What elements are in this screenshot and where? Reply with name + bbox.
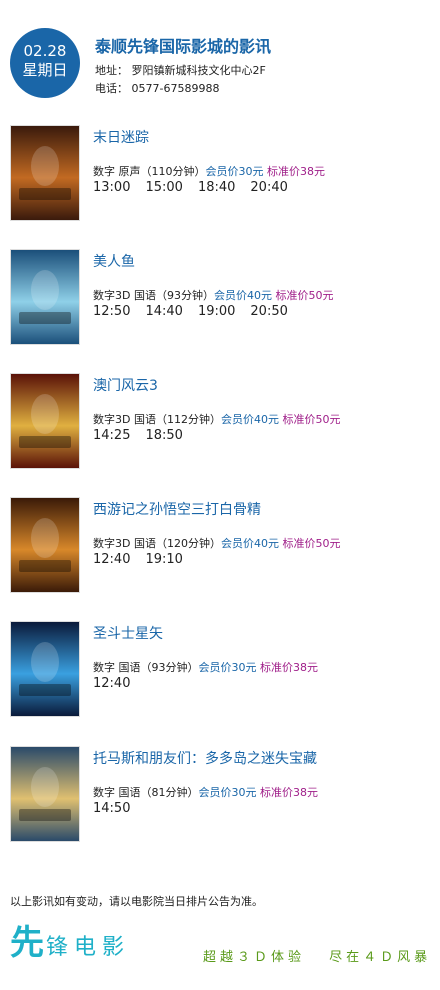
movie-title[interactable]: 美人鱼 xyxy=(93,251,135,271)
movie-item[interactable]: 美人鱼 数字3D 国语（93分钟）会员价40元 标准价50元 12:50 14:40 1… xyxy=(10,249,430,345)
showtimes: 14:25 18:50 xyxy=(93,428,198,443)
movie-format: 数字 原声（110分钟） xyxy=(93,165,206,178)
showtime[interactable]: 18:50 xyxy=(145,428,182,443)
movie-title[interactable]: 澳门风云3 xyxy=(93,375,158,395)
showtime[interactable]: 14:25 xyxy=(93,428,130,443)
showtime[interactable]: 20:50 xyxy=(250,304,287,319)
standard-price: 标准价38元 xyxy=(260,786,318,799)
standard-price: 标准价50元 xyxy=(282,413,341,426)
showtime[interactable]: 19:00 xyxy=(198,304,235,319)
movie-poster[interactable] xyxy=(10,621,80,717)
movie-poster[interactable] xyxy=(10,746,80,842)
movie-item[interactable]: 圣斗士星矢 数字 国语（93分钟）会员价30元 标准价38元 12:40 xyxy=(10,621,430,717)
standard-price: 标准价50元 xyxy=(282,537,341,550)
cinema-address: 地址： 罗阳镇新城科技文化中心2F xyxy=(95,64,266,77)
showtime[interactable]: 20:40 xyxy=(250,180,287,195)
movie-format: 数字3D 国语（120分钟） xyxy=(93,537,221,550)
movie-title[interactable]: 托马斯和朋友们：多多岛之迷失宝藏 xyxy=(93,748,317,768)
showtimes: 13:00 15:00 18:40 20:40 xyxy=(93,180,303,195)
brand-logo: 先锋电影 xyxy=(10,915,130,964)
movie-format: 数字3D 国语（93分钟） xyxy=(93,289,214,302)
brand-first-char: 先 xyxy=(10,923,44,963)
movie-poster[interactable] xyxy=(10,373,80,469)
showtimes: 14:50 xyxy=(93,801,145,816)
movie-title[interactable]: 末日迷踪 xyxy=(93,127,149,147)
movie-format: 数字 国语（81分钟） xyxy=(93,786,199,799)
showtime[interactable]: 13:00 xyxy=(93,180,130,195)
showtime[interactable]: 14:50 xyxy=(93,801,130,816)
showtime[interactable]: 12:50 xyxy=(93,304,130,319)
date: 02.28 xyxy=(23,42,67,60)
movie-info: 数字3D 国语（93分钟）会员价40元 标准价50元 xyxy=(93,287,333,303)
showtimes: 12:50 14:40 19:00 20:50 xyxy=(93,304,303,319)
brand-rest: 锋电影 xyxy=(46,935,131,960)
movie-poster[interactable] xyxy=(10,249,80,345)
movie-info: 数字 国语（93分钟）会员价30元 标准价38元 xyxy=(93,659,318,675)
member-price: 会员价40元 xyxy=(220,537,279,550)
movie-info: 数字3D 国语（112分钟）会员价40元 标准价50元 xyxy=(93,411,340,427)
movie-format: 数字 国语（93分钟） xyxy=(93,661,199,674)
showtime[interactable]: 15:00 xyxy=(145,180,182,195)
date-badge: 02.28 星期日 xyxy=(10,28,80,98)
cinema-phone: 电话： 0577-67589988 xyxy=(95,82,220,95)
movie-info: 数字 原声（110分钟）会员价30元 标准价38元 xyxy=(93,163,325,179)
movie-info: 数字 国语（81分钟）会员价30元 标准价38元 xyxy=(93,784,318,800)
standard-price: 标准价50元 xyxy=(275,289,334,302)
showtime[interactable]: 12:40 xyxy=(93,552,130,567)
member-price: 会员价30元 xyxy=(198,661,257,674)
showtime[interactable]: 14:40 xyxy=(145,304,182,319)
movie-item[interactable]: 澳门风云3 数字3D 国语（112分钟）会员价40元 标准价50元 14:25 18:… xyxy=(10,373,430,469)
member-price: 会员价30元 xyxy=(205,165,264,178)
member-price: 会员价40元 xyxy=(220,413,279,426)
weekday: 星期日 xyxy=(22,61,68,79)
schedule-notice: 以上影讯如有变动，请以电影院当日排片公告为准。 xyxy=(10,895,263,908)
showtimes: 12:40 19:10 xyxy=(93,552,198,567)
movie-format: 数字3D 国语（112分钟） xyxy=(93,413,221,426)
member-price: 会员价40元 xyxy=(213,289,272,302)
standard-price: 标准价38元 xyxy=(260,661,318,674)
movie-title[interactable]: 圣斗士星矢 xyxy=(93,623,163,643)
member-price: 会员价30元 xyxy=(198,786,257,799)
showtime[interactable]: 18:40 xyxy=(198,180,235,195)
slogan: 超越３Ｄ体验 尽在４Ｄ风暴 xyxy=(203,946,431,965)
showtimes: 12:40 xyxy=(93,676,145,691)
movie-item[interactable]: 西游记之孙悟空三打白骨精 数字3D 国语（120分钟）会员价40元 标准价50元 1… xyxy=(10,497,430,593)
cinema-name: 泰顺先锋国际影城的影讯 xyxy=(95,37,272,56)
showtime[interactable]: 19:10 xyxy=(145,552,182,567)
movie-title[interactable]: 西游记之孙悟空三打白骨精 xyxy=(93,499,261,519)
movie-item[interactable]: 末日迷踪 数字 原声（110分钟）会员价30元 标准价38元 13:00 15:00 1… xyxy=(10,125,430,221)
movie-item[interactable]: 托马斯和朋友们：多多岛之迷失宝藏数字 国语（81分钟）会员价30元 标准价38元… xyxy=(10,746,430,842)
showtime[interactable]: 12:40 xyxy=(93,676,130,691)
movie-poster[interactable] xyxy=(10,497,80,593)
slogan-part-1: 超越３Ｄ体验 xyxy=(203,950,306,965)
movie-info: 数字3D 国语（120分钟）会员价40元 标准价50元 xyxy=(93,535,340,551)
movie-poster[interactable] xyxy=(10,125,80,221)
slogan-part-2: 尽在４Ｄ风暴 xyxy=(329,950,432,965)
standard-price: 标准价38元 xyxy=(267,165,325,178)
